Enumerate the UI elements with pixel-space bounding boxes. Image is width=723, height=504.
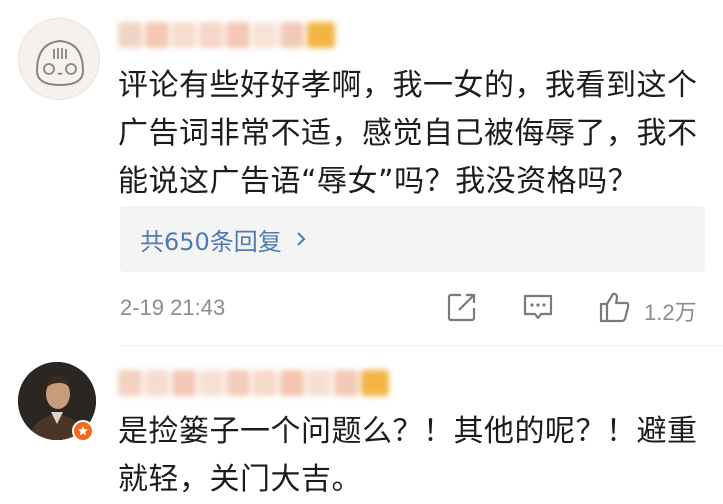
username-block xyxy=(253,22,277,48)
thumbs-up-icon[interactable] xyxy=(598,290,632,324)
username-blurred[interactable] xyxy=(118,22,335,48)
chevron-right-icon xyxy=(294,232,308,246)
username-block xyxy=(253,370,277,396)
replies-label: 共650条回复 xyxy=(140,227,282,256)
username-block xyxy=(307,370,331,396)
username-block xyxy=(199,22,223,48)
username-block xyxy=(334,370,358,396)
replies-button[interactable]: 共650条回复 xyxy=(120,206,705,272)
username-block xyxy=(226,22,250,48)
username-block xyxy=(145,370,169,396)
username-block xyxy=(361,370,389,396)
cartoon-face-avatar-icon xyxy=(35,39,85,87)
share-icon[interactable] xyxy=(445,290,479,324)
username-block xyxy=(172,370,196,396)
timestamp: 2-19 21:43 xyxy=(120,295,226,320)
comment-text: 是捡篓子一个问题么？！其他的呢？！避重就轻，关门大吉。 xyxy=(118,414,698,497)
username-block xyxy=(145,22,169,48)
username-block xyxy=(118,370,142,396)
username-block xyxy=(226,370,250,396)
username-blurred[interactable] xyxy=(118,370,389,396)
username-block xyxy=(118,22,142,48)
username-block xyxy=(280,370,304,396)
username-block xyxy=(172,22,196,48)
avatar[interactable] xyxy=(18,18,100,100)
username-block xyxy=(280,22,304,48)
comment-icon[interactable] xyxy=(521,290,555,324)
username-block xyxy=(307,22,335,48)
comment-text: 评论有些好好孝啊，我一女的，我看到这个广告词非常不适，感觉自己被侮辱了，我不能说… xyxy=(118,68,698,199)
username-block xyxy=(199,370,223,396)
divider xyxy=(120,345,723,346)
verified-badge-icon xyxy=(72,420,94,442)
like-count: 1.2万 xyxy=(644,300,697,325)
